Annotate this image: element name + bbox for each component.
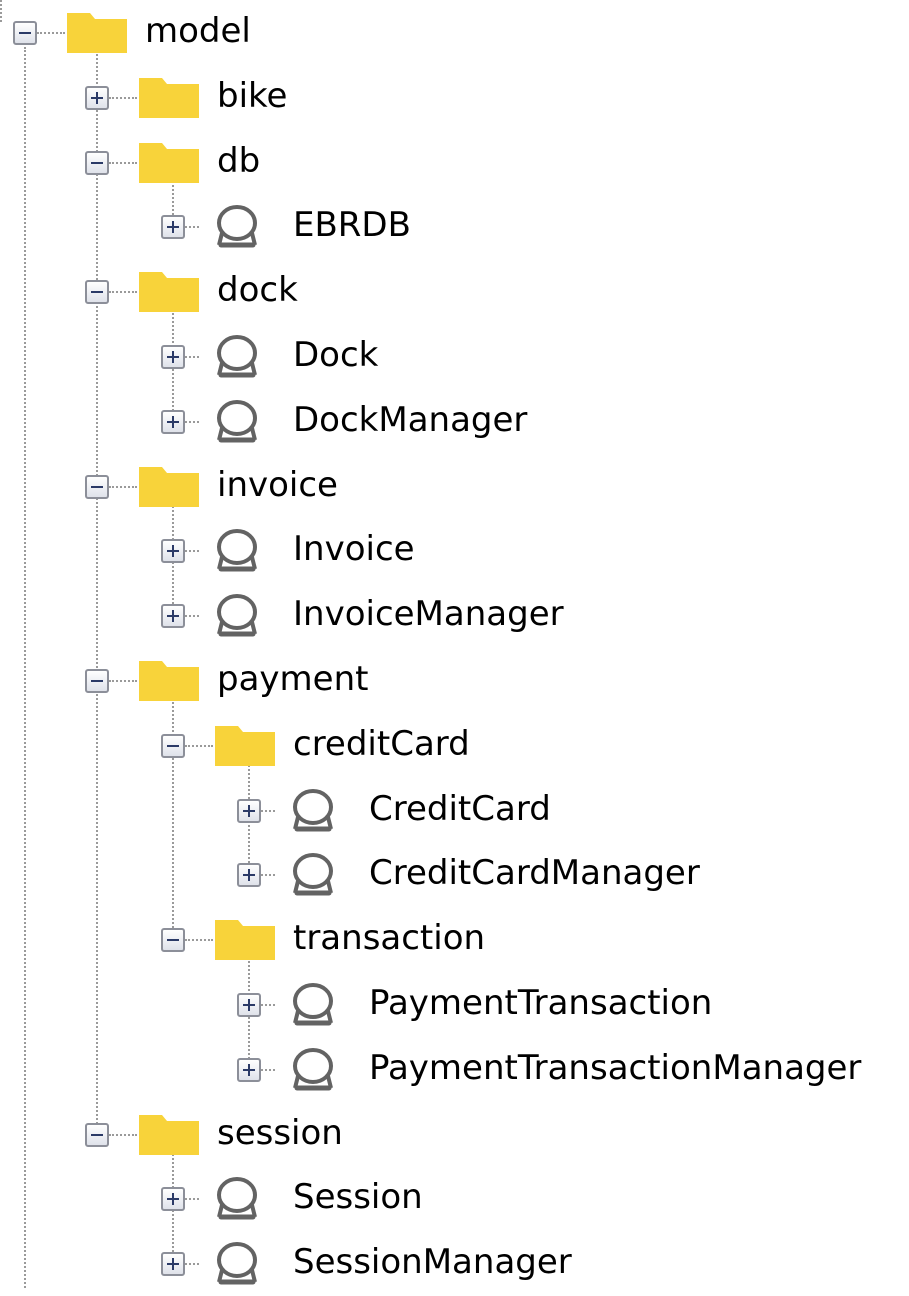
tree-node-payment[interactable]: payment: [0, 649, 860, 713]
interface-icon: [213, 203, 261, 255]
tree-node-ebrdb[interactable]: EBRDB: [0, 195, 860, 259]
tree-node-dock[interactable]: dock: [0, 260, 860, 324]
project-tree: model bike db EBRDB dock Dock DockManager invoi…: [0, 0, 909, 1288]
folder-icon: [138, 140, 200, 188]
tree-node-label[interactable]: EBRDB: [293, 205, 411, 245]
expand-toggle-icon[interactable]: [237, 993, 261, 1017]
folder-icon: [138, 658, 200, 706]
tree-node-session[interactable]: session: [0, 1103, 860, 1167]
folder-icon: [138, 464, 200, 512]
tree-node-label[interactable]: CreditCardManager: [369, 853, 700, 893]
tree-node-label[interactable]: bike: [217, 76, 287, 116]
collapse-toggle-icon[interactable]: [85, 1122, 109, 1147]
tree-node-label[interactable]: model: [145, 11, 251, 51]
tree-node-bike[interactable]: bike: [0, 66, 860, 130]
tree-node-label[interactable]: PaymentTransaction: [369, 983, 712, 1023]
tree-node-creditcard[interactable]: CreditCard: [0, 779, 860, 843]
folder-icon: [138, 269, 200, 317]
tree-node-invoice[interactable]: invoice: [0, 455, 860, 519]
tree-node-label[interactable]: PaymentTransactionManager: [369, 1048, 861, 1088]
tree-node-label[interactable]: Session: [293, 1177, 423, 1217]
tree-node-label[interactable]: SessionManager: [293, 1242, 572, 1282]
collapse-toggle-icon[interactable]: [13, 21, 37, 45]
tree-node-transaction[interactable]: transaction: [0, 908, 860, 972]
expand-toggle-icon[interactable]: [237, 798, 261, 823]
tree-node-invoicemanager[interactable]: InvoiceManager: [0, 584, 860, 648]
tree-node-label[interactable]: Invoice: [293, 529, 415, 569]
tree-node-dock[interactable]: Dock: [0, 325, 860, 389]
interface-icon: [289, 1046, 337, 1098]
tree-node-invoice[interactable]: Invoice: [0, 519, 860, 583]
collapse-toggle-icon[interactable]: [85, 669, 109, 693]
interface-icon: [213, 527, 261, 579]
collapse-toggle-icon[interactable]: [85, 280, 109, 305]
collapse-toggle-icon[interactable]: [161, 733, 185, 758]
tree-node-label[interactable]: invoice: [217, 465, 338, 505]
interface-icon: [213, 333, 261, 385]
folder-icon: [66, 10, 128, 58]
folder-icon: [138, 75, 200, 123]
interface-icon: [289, 787, 337, 839]
tree-node-label[interactable]: payment: [217, 659, 368, 699]
tree-node-db[interactable]: db: [0, 131, 860, 195]
expand-toggle-icon[interactable]: [85, 85, 109, 110]
interface-icon: [213, 398, 261, 450]
expand-toggle-icon[interactable]: [237, 1057, 261, 1082]
tree-node-creditcardmanager[interactable]: CreditCardManager: [0, 843, 860, 907]
expand-toggle-icon[interactable]: [161, 215, 185, 240]
expand-toggle-icon[interactable]: [161, 1252, 185, 1277]
tree-node-paymenttransactionmanager[interactable]: PaymentTransactionManager: [0, 1038, 861, 1102]
collapse-toggle-icon[interactable]: [85, 150, 109, 175]
collapse-toggle-icon[interactable]: [161, 928, 185, 953]
collapse-toggle-icon[interactable]: [85, 474, 109, 499]
expand-toggle-icon[interactable]: [161, 1187, 185, 1212]
folder-icon: [214, 917, 276, 965]
tree-node-creditcard[interactable]: creditCard: [0, 714, 860, 778]
tree-node-label[interactable]: DockManager: [293, 400, 527, 440]
expand-toggle-icon[interactable]: [237, 863, 261, 888]
tree-node-label[interactable]: session: [217, 1113, 343, 1153]
expand-toggle-icon[interactable]: [161, 604, 185, 629]
expand-toggle-icon[interactable]: [161, 539, 185, 564]
tree-node-model[interactable]: model: [0, 1, 860, 65]
tree-node-label[interactable]: creditCard: [293, 724, 470, 764]
folder-icon: [214, 723, 276, 771]
interface-icon: [213, 1175, 261, 1227]
tree-node-paymenttransaction[interactable]: PaymentTransaction: [0, 973, 860, 1037]
expand-toggle-icon[interactable]: [161, 409, 185, 434]
tree-node-sessionmanager[interactable]: SessionManager: [0, 1232, 860, 1296]
tree-node-session[interactable]: Session: [0, 1167, 860, 1231]
interface-icon: [289, 981, 337, 1033]
tree-node-label[interactable]: InvoiceManager: [293, 594, 564, 634]
tree-node-dockmanager[interactable]: DockManager: [0, 390, 860, 454]
tree-node-label[interactable]: dock: [217, 270, 298, 310]
interface-icon: [289, 851, 337, 903]
expand-toggle-icon[interactable]: [161, 345, 185, 369]
interface-icon: [213, 592, 261, 644]
interface-icon: [213, 1240, 261, 1292]
folder-icon: [138, 1112, 200, 1160]
tree-node-label[interactable]: db: [217, 141, 260, 181]
tree-node-label[interactable]: CreditCard: [369, 789, 551, 829]
tree-node-label[interactable]: transaction: [293, 918, 485, 958]
tree-node-label[interactable]: Dock: [293, 335, 378, 375]
